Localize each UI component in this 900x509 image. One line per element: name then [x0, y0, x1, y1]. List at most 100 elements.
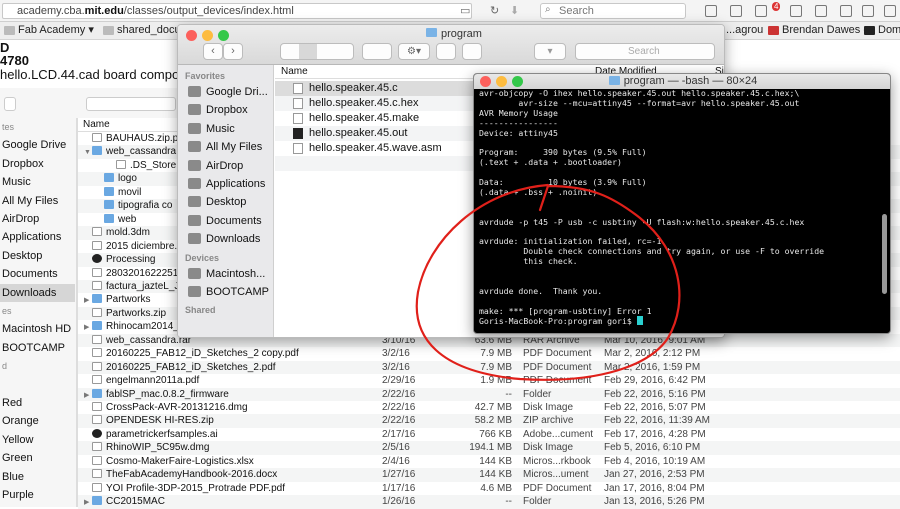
pocket-icon[interactable] — [790, 5, 802, 17]
close-button[interactable] — [480, 76, 491, 87]
tags-button[interactable] — [462, 43, 482, 60]
table-row[interactable]: OPENDESK HI-RES.zip 2/22/16 58.2 MB ZIP arc… — [78, 414, 900, 428]
sidebar-item[interactable]: Downloads — [0, 283, 75, 302]
sidebar-item[interactable]: Documents — [0, 265, 75, 283]
url-bar[interactable]: academy.cba.mit.edu/classes/output_devic… — [2, 3, 472, 19]
sidebar-item[interactable]: Yellow — [0, 431, 75, 449]
sidebar-item[interactable]: Desktop — [0, 247, 75, 265]
view-switcher[interactable] — [86, 97, 176, 111]
sidebar-item-icon — [188, 178, 201, 189]
shield-icon[interactable] — [815, 5, 827, 17]
row-added: Feb 29, 2016, 6:42 PM — [604, 375, 706, 387]
sidebar-item[interactable]: Music — [0, 173, 75, 191]
table-row[interactable]: Cosmo-MakerFaire-Logistics.xlsx 2/4/16 144… — [78, 455, 900, 469]
disclosure-closed-icon[interactable]: ▶ — [84, 321, 92, 334]
disclosure-closed-icon[interactable]: ▶ — [84, 389, 92, 402]
sidebar-item[interactable]: Blue — [0, 468, 75, 486]
download-arrow-icon[interactable]: ⬇ — [510, 4, 519, 17]
table-row[interactable]: CrossPack-AVR-20131216.dmg 2/22/16 42.7 MB… — [78, 401, 900, 415]
dropbox-button[interactable]: ▾ — [534, 43, 566, 60]
sidebar-item-label: AirDrop — [206, 159, 244, 172]
sidebar-item[interactable]: Purple — [0, 486, 75, 504]
share-button[interactable] — [436, 43, 456, 60]
action-gear-button[interactable]: ⚙▾ — [398, 43, 430, 60]
sidebar-item[interactable]: Orange — [0, 412, 75, 430]
downloads-icon[interactable] — [755, 5, 767, 17]
table-row[interactable]: 20160225_FAB12_iD_Sketches_2 copy.pdf 3/2… — [78, 347, 900, 361]
finder-search-input[interactable]: Search — [575, 43, 715, 60]
row-size: 58.2 MB — [474, 415, 512, 427]
terminal-scrollbar[interactable] — [882, 214, 887, 294]
table-row[interactable]: ▶ fablSP_mac.0.8.2_firmware 2/22/16 -- Folde… — [78, 387, 900, 402]
close-button[interactable] — [186, 30, 197, 41]
sidebar-item[interactable]: Dropbox — [188, 102, 248, 118]
sidebar-item[interactable]: Dropbox — [0, 155, 75, 173]
column-header-name[interactable]: Name — [281, 65, 308, 79]
terminal-output[interactable]: avr-objcopy -O ihex hello.speaker.45.out… — [479, 88, 879, 333]
reload-icon[interactable]: ↻ — [490, 4, 499, 17]
row-added: Mar 2, 2016, 1:59 PM — [604, 361, 701, 373]
table-row[interactable]: RhinoWIP_5C95w.dmg 2/5/16 194.1 MB Disk Ima… — [78, 441, 900, 455]
home-icon[interactable] — [840, 5, 852, 17]
terminal-line: Goris-MacBook-Pro:program gori$ — [479, 316, 879, 326]
sidebar-item[interactable]: Macintosh HD — [0, 320, 75, 338]
row-name-label: OPENDESK HI-RES.zip — [106, 415, 214, 427]
zoom-button[interactable] — [218, 30, 229, 41]
terminal-title: program — -bash — 80×24 — [623, 75, 758, 87]
sidebar-item[interactable]: AirDrop — [188, 158, 243, 174]
back-button[interactable] — [4, 97, 16, 111]
row-name: movil — [96, 186, 141, 199]
file-icon — [293, 128, 303, 139]
disclosure-closed-icon[interactable]: ▶ — [84, 294, 92, 307]
list-view-icon[interactable] — [299, 44, 317, 59]
sidebar-item[interactable]: Red — [0, 394, 75, 412]
sidebar-item[interactable]: BOOTCAMP — [0, 339, 75, 357]
view-mode-segment[interactable] — [280, 43, 354, 60]
disclosure-open-icon[interactable]: ▼ — [84, 146, 92, 159]
forward-button[interactable]: › — [223, 43, 243, 60]
row-name-label: BAUHAUS.zip.pa — [106, 133, 184, 144]
minimize-button[interactable] — [202, 30, 213, 41]
sidebar-item[interactable]: Documents — [188, 213, 262, 229]
reader-icon[interactable]: ▭ — [460, 4, 470, 17]
row-size: 144 KB — [479, 455, 512, 467]
row-date: 2/22/16 — [382, 402, 416, 413]
folder-icon — [104, 173, 114, 183]
minimize-button[interactable] — [496, 76, 507, 87]
bookmark-fab-academy[interactable]: Fab Academy ▾ — [4, 22, 94, 39]
bookmark-brendan-dawes[interactable]: Brendan Dawes - — [768, 22, 867, 39]
bookmark-dome[interactable]: Dome — [864, 22, 900, 39]
sidebar-item[interactable]: Applications — [0, 228, 75, 246]
sidebar-item[interactable]: Green — [0, 449, 75, 467]
column-header-name[interactable]: Name — [78, 118, 182, 132]
bookmark-agrou[interactable]: ...agrou — [726, 22, 763, 39]
sidebar-item[interactable]: Applications — [188, 176, 265, 192]
menu-icon[interactable] — [884, 5, 896, 17]
arrange-button[interactable] — [362, 43, 392, 60]
sidebar-item[interactable]: Google Dri... — [188, 84, 268, 100]
sidebar-item[interactable]: All My Files — [0, 192, 75, 210]
sidebar-item[interactable]: Music — [188, 121, 235, 137]
sidebar-item[interactable]: Desktop — [188, 194, 246, 210]
table-row[interactable]: 20160225_FAB12_iD_Sketches_2.pdf 3/2/16 7.… — [78, 360, 900, 375]
sidebar-item[interactable]: BOOTCAMP — [188, 284, 269, 300]
reading-list-icon[interactable] — [730, 5, 742, 17]
star-icon[interactable] — [705, 5, 717, 17]
folder-icon — [92, 146, 102, 156]
table-row[interactable]: YOI Profile-3DP-2015_Protrade PDF.pdf 1/1… — [78, 482, 900, 496]
sidebar-item[interactable]: Downloads — [188, 231, 260, 247]
sidebar-item[interactable]: AirDrop — [0, 210, 75, 228]
sidebar-item[interactable]: Macintosh... — [188, 266, 265, 282]
zoom-button[interactable] — [512, 76, 523, 87]
row-name-label: Partworks — [106, 294, 151, 306]
table-row[interactable]: parametrickerfsamples.ai 2/17/16 766 KB Ado… — [78, 428, 900, 442]
table-row[interactable]: TheFabAcademyHandbook-2016.docx 1/27/16 14… — [78, 468, 900, 482]
back-button[interactable]: ‹ — [203, 43, 223, 60]
table-row[interactable]: engelmann2011a.pdf 2/29/16 1.9 MB PDF Docum… — [78, 374, 900, 388]
smiley-icon[interactable] — [862, 5, 874, 17]
sidebar-item[interactable]: Google Drive — [0, 136, 75, 154]
sidebar-item[interactable]: All My Files — [188, 139, 262, 155]
disclosure-closed-icon[interactable]: ▶ — [84, 496, 92, 509]
terminal-line-text: (.data + .bss + .noinit) — [479, 186, 598, 197]
search-input[interactable]: Search — [540, 3, 686, 19]
